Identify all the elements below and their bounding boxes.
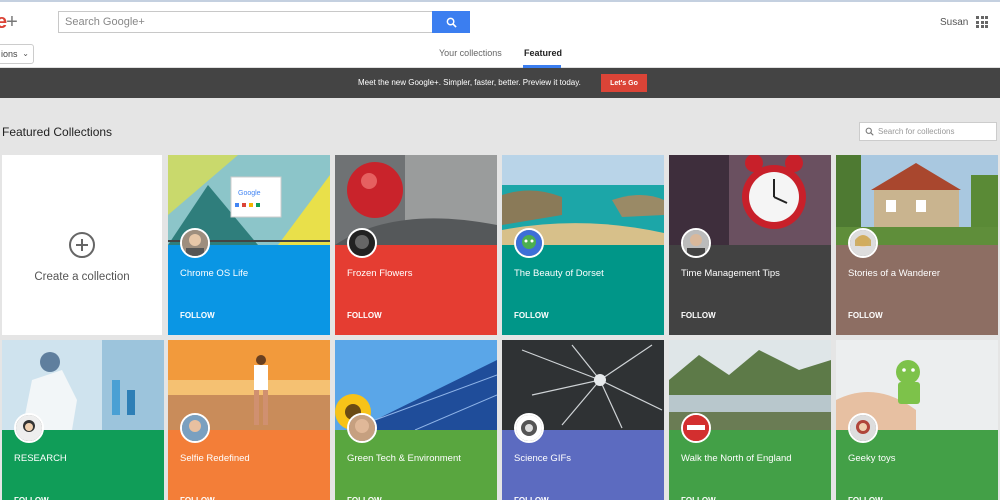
collection-card[interactable]: RESEARCH FOLLOW	[2, 340, 164, 500]
card-title: Green Tech & Environment	[347, 453, 461, 464]
create-collection-card[interactable]: Create a collection	[2, 155, 162, 335]
card-title: Frozen Flowers	[347, 268, 413, 279]
card-title: Science GIFs	[514, 453, 572, 464]
woman-avatar	[848, 413, 878, 443]
card-title: Time Management Tips	[681, 268, 780, 279]
countrys-logo-avatar	[681, 413, 711, 443]
card-body	[836, 245, 998, 335]
collection-card[interactable]: Stories of a Wanderer FOLLOW	[836, 155, 998, 335]
follow-button[interactable]: FOLLOW	[180, 311, 215, 320]
collection-search-input[interactable]: Search for collections	[859, 122, 997, 141]
follow-button[interactable]: FOLLOW	[14, 496, 49, 500]
search-icon	[865, 127, 874, 136]
apps-grid-icon[interactable]	[976, 16, 988, 28]
search-icon	[446, 17, 457, 28]
follow-button[interactable]: FOLLOW	[347, 311, 382, 320]
collection-card[interactable]: Google Chrome OS Life FOLLOW	[168, 155, 330, 335]
follow-button[interactable]: FOLLOW	[848, 496, 883, 500]
follow-button[interactable]: FOLLOW	[681, 496, 716, 500]
svg-text:Google: Google	[238, 190, 261, 197]
card-title: RESEARCH	[14, 453, 67, 464]
promo-banner: Meet the new Google+. Simpler, faster, b…	[0, 68, 1000, 98]
collection-card[interactable]: Frozen Flowers FOLLOW	[335, 155, 497, 335]
collection-card[interactable]: Geeky toys FOLLOW	[836, 340, 998, 500]
card-body	[502, 245, 664, 335]
dark-avatar	[347, 228, 377, 258]
google-plus-logo[interactable]: e+	[0, 11, 18, 34]
woman-avatar	[180, 413, 210, 443]
card-title: Selfie Redefined	[180, 453, 250, 464]
card-title: Walk the North of England	[681, 453, 792, 464]
chevron-down-icon: ⌄	[22, 49, 29, 58]
search-button[interactable]	[432, 11, 470, 33]
view-dropdown[interactable]: ions ⌄	[0, 44, 34, 64]
woman-avatar	[848, 228, 878, 258]
collections-subnav: ions ⌄ Your collections Featured	[0, 40, 1000, 68]
collection-card[interactable]: Green Tech & Environment FOLLOW	[335, 340, 497, 500]
card-body	[669, 245, 831, 335]
character-avatar	[514, 228, 544, 258]
card-body	[168, 245, 330, 335]
card-title: Geeky toys	[848, 453, 896, 464]
follow-button[interactable]: FOLLOW	[681, 311, 716, 320]
collection-card[interactable]: Time Management Tips FOLLOW	[669, 155, 831, 335]
top-bar: e+ Search Google+ Susan	[0, 0, 1000, 40]
tab-your-collections[interactable]: Your collections	[439, 48, 502, 58]
man-avatar	[681, 228, 711, 258]
banner-text: Meet the new Google+. Simpler, faster, b…	[358, 78, 581, 87]
collection-card[interactable]: The Beauty of Dorset FOLLOW	[502, 155, 664, 335]
tab-featured[interactable]: Featured	[524, 48, 562, 58]
search-input[interactable]: Search Google+	[58, 11, 433, 33]
collection-card[interactable]: Science GIFs FOLLOW	[502, 340, 664, 500]
man-avatar	[347, 413, 377, 443]
page-title: Featured Collections	[2, 125, 113, 139]
user-name[interactable]: Susan	[940, 17, 968, 28]
card-title: Stories of a Wanderer	[848, 268, 941, 279]
lets-go-button[interactable]: Let's Go	[601, 74, 647, 92]
card-title: The Beauty of Dorset	[514, 268, 604, 279]
follow-button[interactable]: FOLLOW	[514, 496, 549, 500]
collection-card[interactable]: Walk the North of England FOLLOW	[669, 340, 831, 500]
bw-avatar	[514, 413, 544, 443]
man-avatar	[180, 228, 210, 258]
collection-card[interactable]: Selfie Redefined FOLLOW	[168, 340, 330, 500]
follow-button[interactable]: FOLLOW	[180, 496, 215, 500]
follow-button[interactable]: FOLLOW	[848, 311, 883, 320]
follow-button[interactable]: FOLLOW	[347, 496, 382, 500]
create-collection-label: Create a collection	[34, 271, 130, 283]
woman-avatar	[14, 413, 44, 443]
card-title: Chrome OS Life	[180, 268, 249, 279]
add-circle-icon	[69, 232, 95, 258]
card-body	[335, 245, 497, 335]
follow-button[interactable]: FOLLOW	[514, 311, 549, 320]
